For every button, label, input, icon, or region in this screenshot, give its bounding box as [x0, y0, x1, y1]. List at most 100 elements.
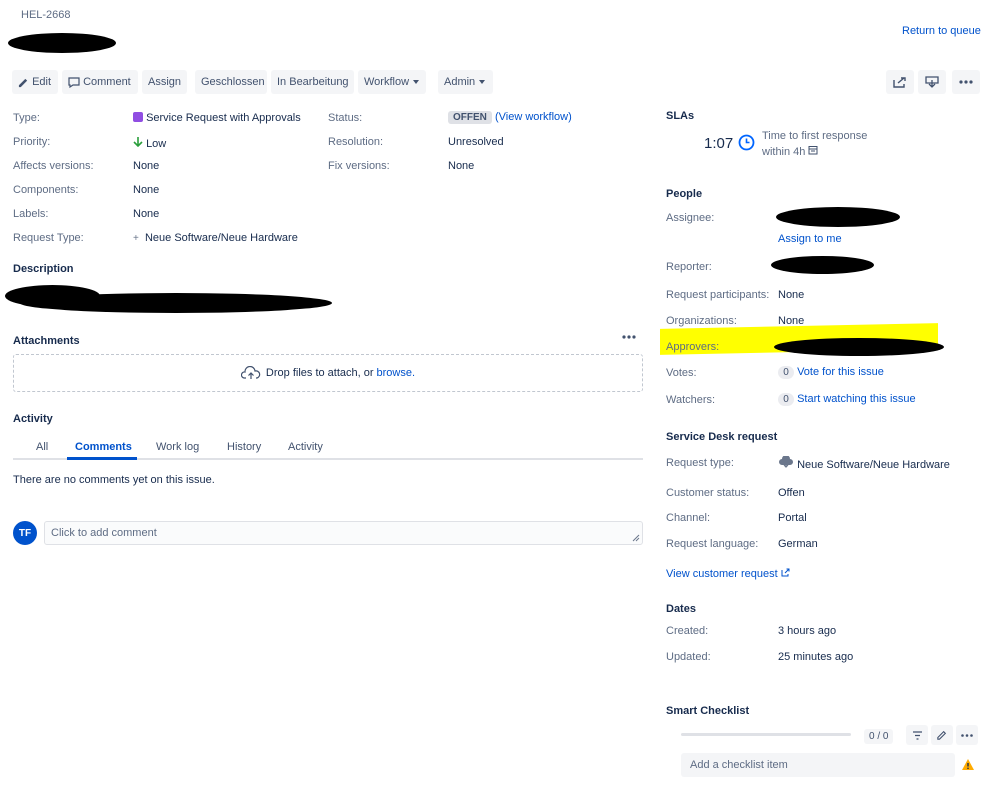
vote-link[interactable]: Vote for this issue: [797, 366, 884, 378]
votes-value: 0 Vote for this issue: [778, 366, 884, 379]
resize-handle-icon[interactable]: [632, 534, 640, 542]
sla-goal-text: within 4h: [762, 146, 806, 158]
arrow-down-icon: [133, 137, 143, 148]
filter-button[interactable]: [906, 725, 928, 745]
affects-versions-label: Affects versions:: [13, 160, 94, 172]
service-request-icon: [133, 112, 143, 122]
view-customer-request-text: View customer request: [666, 568, 778, 580]
redacted-reporter: [771, 256, 874, 274]
redacted-approvers: [774, 338, 944, 356]
tab-work-log[interactable]: Work log: [156, 441, 199, 453]
sla-time: 1:07: [704, 135, 734, 152]
watch-link[interactable]: Start watching this issue: [797, 393, 916, 405]
labels-value: None: [133, 208, 160, 220]
add-comment-field[interactable]: Click to add comment: [44, 521, 643, 545]
workflow-label: Workflow: [364, 76, 410, 88]
assignee-label: Assignee:: [666, 212, 715, 224]
watchers-count: 0: [778, 393, 794, 406]
export-icon: [925, 76, 939, 88]
more-icon: [622, 335, 636, 339]
plus-icon: +: [133, 233, 139, 244]
labels-label: Labels:: [13, 208, 49, 220]
redacted-description: [20, 293, 332, 313]
export-button[interactable]: [918, 70, 946, 94]
status-label: Status:: [328, 112, 363, 124]
tab-all[interactable]: All: [36, 441, 48, 453]
type-value-text: Service Request with Approvals: [146, 112, 301, 124]
filter-icon: [912, 730, 922, 740]
organizations-label: Organizations:: [666, 315, 737, 327]
more-icon: [959, 80, 973, 84]
participants-label: Request participants:: [666, 289, 770, 301]
return-to-queue-link[interactable]: Return to queue: [902, 25, 981, 37]
type-label: Type:: [13, 112, 40, 124]
admin-label: Admin: [444, 76, 476, 88]
pencil-icon: [937, 730, 947, 740]
votes-count: 0: [778, 366, 794, 379]
active-tab-indicator: [67, 457, 137, 460]
clock-icon: [738, 134, 755, 151]
in-bearbeitung-button[interactable]: In Bearbeitung: [271, 70, 354, 94]
checklist-progress-text: 0 / 0: [864, 729, 894, 744]
resolution-label: Resolution:: [328, 136, 384, 148]
edit-button[interactable]: Edit: [12, 70, 58, 94]
request-type-label: Request Type:: [13, 232, 84, 244]
comment-button[interactable]: Comment: [62, 70, 138, 94]
reporter-label: Reporter:: [666, 261, 712, 273]
comment-placeholder: Click to add comment: [51, 527, 157, 539]
add-checklist-placeholder: Add a checklist item: [690, 759, 788, 771]
comment-icon: [68, 76, 80, 88]
cloud-download-icon: [779, 455, 793, 468]
approvers-label: Approvers:: [666, 341, 720, 353]
checklist-more-button[interactable]: [956, 725, 978, 745]
watchers-label: Watchers:: [666, 394, 716, 406]
assign-button[interactable]: Assign: [142, 70, 187, 94]
participants-value: None: [778, 289, 805, 301]
external-link-icon: [781, 568, 790, 577]
redacted-summary: [8, 33, 116, 53]
more-actions-button[interactable]: [952, 70, 980, 94]
updated-value: 25 minutes ago: [778, 651, 854, 663]
cloud-upload-icon: [240, 366, 261, 379]
issue-key[interactable]: HEL-2668: [21, 9, 71, 21]
components-value: None: [133, 184, 160, 196]
add-checklist-item-input[interactable]: Add a checklist item: [681, 753, 955, 777]
tab-comments[interactable]: Comments: [75, 441, 132, 453]
calendar-icon: [808, 146, 818, 155]
request-type-value: + Neue Software/Neue Hardware: [133, 232, 298, 244]
request-type-value-sd: Neue Software/Neue Hardware: [778, 455, 950, 471]
tab-history[interactable]: History: [227, 441, 261, 453]
created-value: 3 hours ago: [778, 625, 837, 637]
admin-button[interactable]: Admin: [438, 70, 493, 94]
share-button[interactable]: [886, 70, 914, 94]
geschlossen-button[interactable]: Geschlossen: [195, 70, 267, 94]
sla-goal: within 4h: [762, 145, 818, 158]
view-customer-request-link[interactable]: View customer request: [666, 568, 790, 580]
smart-checklist-title: Smart Checklist: [666, 705, 750, 717]
components-label: Components:: [13, 184, 79, 196]
assign-to-me-link[interactable]: Assign to me: [778, 233, 842, 245]
fix-versions-value: None: [448, 160, 475, 172]
chevron-down-icon: [413, 80, 420, 85]
sla-name: Time to first response: [762, 130, 868, 142]
tab-activity[interactable]: Activity: [288, 441, 323, 453]
share-icon: [893, 77, 906, 88]
warning-icon: [962, 759, 974, 770]
status-badge: OFFEN: [448, 111, 492, 124]
view-workflow-link[interactable]: (View workflow): [495, 111, 572, 123]
affects-versions-value: None: [133, 160, 160, 172]
attachments-more-button[interactable]: [622, 330, 636, 342]
edit-label: Edit: [32, 76, 52, 88]
votes-label: Votes:: [666, 367, 697, 379]
activity-title: Activity: [13, 413, 53, 425]
customer-status-label: Customer status:: [666, 487, 750, 499]
attachment-dropzone[interactable]: Drop files to attach, or browse.: [13, 354, 643, 392]
no-comments-text: There are no comments yet on this issue.: [13, 474, 215, 486]
priority-label: Priority:: [13, 136, 51, 148]
resolution-value: Unresolved: [448, 136, 504, 148]
browse-link[interactable]: browse.: [377, 367, 416, 379]
workflow-button[interactable]: Workflow: [358, 70, 426, 94]
edit-checklist-button[interactable]: [931, 725, 953, 745]
redacted-assignee: [776, 207, 900, 227]
fix-versions-label: Fix versions:: [328, 160, 390, 172]
